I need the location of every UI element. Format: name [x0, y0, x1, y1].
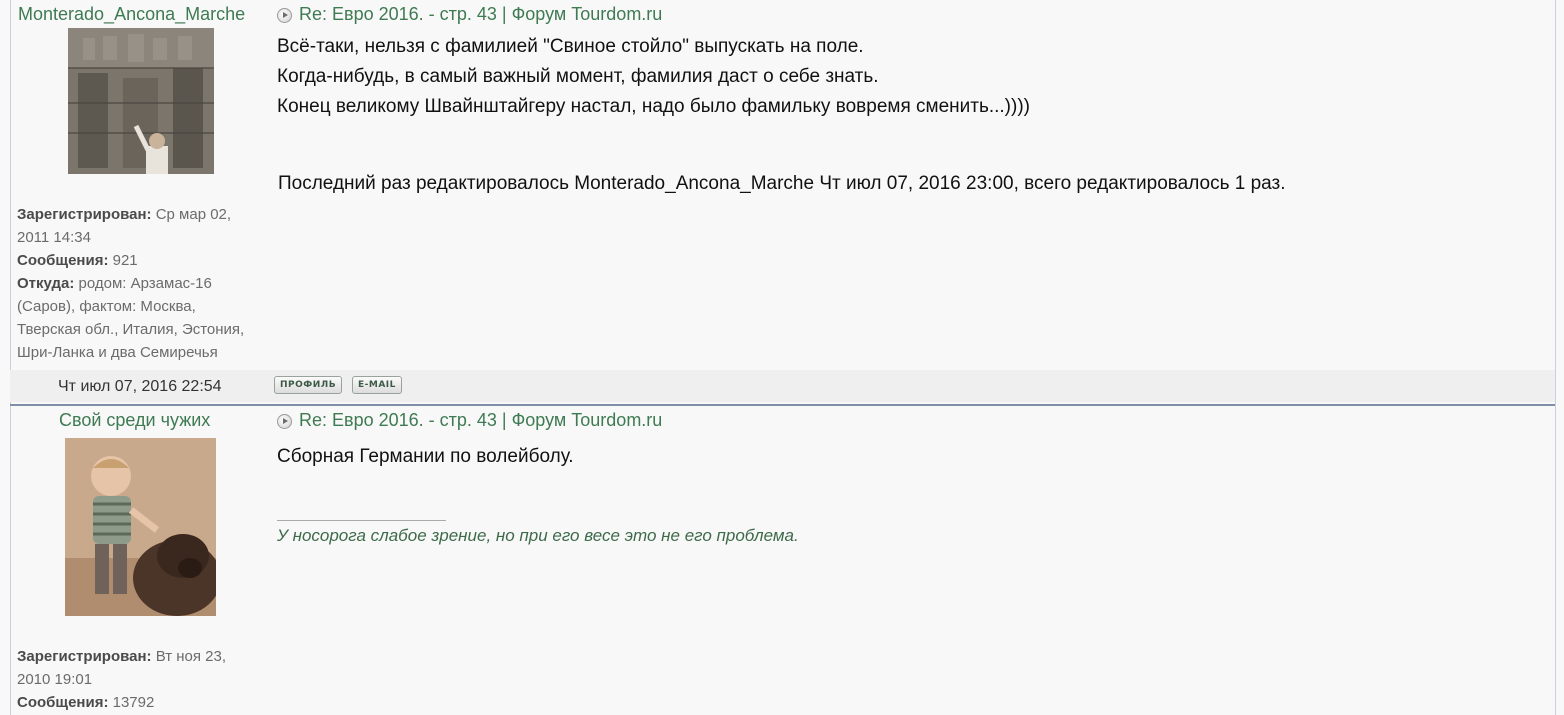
- messages-row: Сообщения: 921: [17, 252, 138, 269]
- registered-date-continued: 2011 14:34: [17, 229, 91, 246]
- post-arrow-icon: [277, 414, 292, 429]
- post-subject[interactable]: Re: Евро 2016. - стр. 43 | Форум Tourdom…: [277, 410, 662, 431]
- from-line-3: Тверская обл., Италия, Эстония,: [17, 321, 245, 338]
- post-body-line: Конец великому Швайнштайгеру настал, над…: [277, 96, 1030, 117]
- from-line-4: Шри-Ланка и два Семиречья: [17, 344, 218, 361]
- post-body-line: Всё-таки, нельзя с фамилией "Свиное стой…: [277, 36, 864, 57]
- email-button[interactable]: E-MAIL: [352, 376, 402, 394]
- post-subject-text: Re: Евро 2016. - стр. 43 | Форум Tourdom…: [299, 4, 663, 24]
- post-date: Чт июл 07, 2016 22:54: [58, 378, 222, 395]
- avatar-image: [68, 28, 214, 174]
- post-body-line: Сборная Германии по волейболу.: [277, 446, 574, 467]
- forum-post: Monterado_Ancona_Marche Зарегистрирован:…: [10, 0, 1555, 405]
- post-body: Сборная Германии по волейболу.: [277, 442, 574, 472]
- messages-row: Сообщения: 13792: [17, 694, 155, 711]
- avatar-image: [65, 438, 216, 616]
- author-link[interactable]: Monterado_Ancona_Marche: [18, 4, 245, 25]
- from-line-2: (Саров), фактом: Москва,: [17, 298, 196, 315]
- signature-divider: [277, 520, 446, 521]
- post-arrow-icon: [277, 8, 292, 23]
- forum-post: Свой среди чужих Зарегистрирован: Вт ноя…: [10, 406, 1555, 715]
- avatar[interactable]: [68, 28, 214, 174]
- author-info: Зарегистрирован: Ср мар 02, 2011 14:34 С…: [17, 203, 267, 364]
- author-link[interactable]: Свой среди чужих: [59, 410, 210, 431]
- post-subject[interactable]: Re: Евро 2016. - стр. 43 | Форум Tourdom…: [277, 4, 662, 25]
- post-body-line: Когда-нибудь, в самый важный момент, фам…: [277, 66, 879, 87]
- author-info: Зарегистрирован: Вт ноя 23, 2010 19:01 С…: [17, 645, 267, 714]
- avatar[interactable]: [65, 438, 216, 616]
- registered-date-continued: 2010 19:01: [17, 671, 93, 688]
- signature: У носорога слабое зрение, но при его вес…: [277, 526, 799, 545]
- registered-row: Зарегистрирован: Ср мар 02,: [17, 206, 232, 223]
- registered-row: Зарегистрирован: Вт ноя 23,: [17, 648, 227, 665]
- profile-button[interactable]: ПРОФИЛЬ: [274, 376, 343, 394]
- post-subject-text: Re: Евро 2016. - стр. 43 | Форум Tourdom…: [299, 410, 663, 430]
- edited-note: Последний раз редактировалось Monterado_…: [278, 173, 1286, 194]
- from-row: Откуда: родом: Арзамас-16: [17, 275, 212, 292]
- post-footer: Чт июл 07, 2016 22:54 ПРОФИЛЬ E-MAIL: [10, 370, 1555, 402]
- post-body: Всё-таки, нельзя с фамилией "Свиное стой…: [277, 32, 1030, 122]
